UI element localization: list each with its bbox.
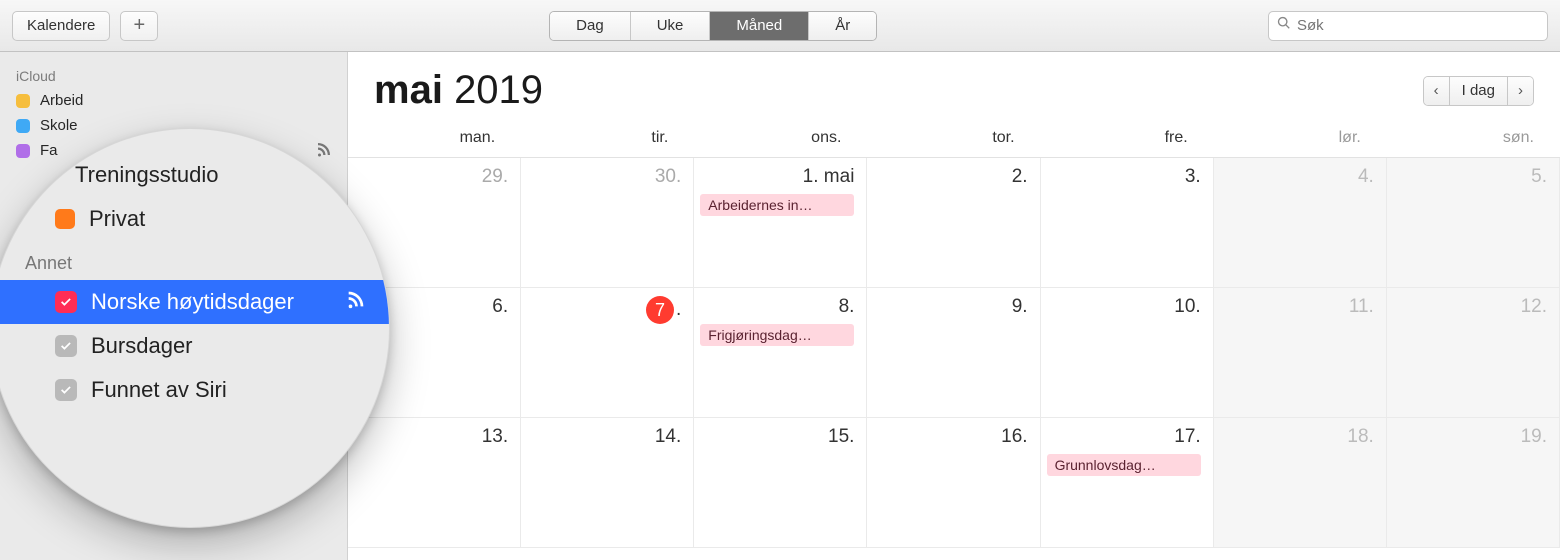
day-number: 19. [1393, 426, 1547, 448]
search-icon [1277, 16, 1297, 35]
day-cell[interactable]: 2. [867, 158, 1040, 288]
calendar-color-swatch [55, 209, 75, 229]
day-number: 9. [873, 296, 1027, 318]
day-number: 8. [700, 296, 854, 318]
sidebar-item-label: Norske høytidsdager [91, 289, 294, 315]
weekday-label: tir. [521, 123, 694, 157]
shared-icon [345, 161, 367, 189]
today-badge: 7 [646, 296, 674, 324]
checkbox-checked-icon[interactable] [55, 335, 77, 357]
shared-icon [345, 288, 367, 316]
search-field[interactable] [1268, 11, 1548, 41]
weekday-label: tor. [867, 123, 1040, 157]
day-cell[interactable]: 8. Frigjøringsdag… [694, 288, 867, 418]
day-cell[interactable]: 7. [521, 288, 694, 418]
sidebar-item-label: Privat [89, 206, 145, 232]
day-cell[interactable]: 4. [1214, 158, 1387, 288]
day-number: 15. [700, 426, 854, 448]
plus-icon: + [134, 14, 146, 37]
chevron-left-icon: ‹ [1434, 82, 1439, 99]
month-title: mai 2019 [374, 68, 543, 113]
day-number: 4. [1220, 166, 1374, 188]
sidebar-item-treningsstudio[interactable]: Treningsstudio [0, 153, 389, 197]
event-pill[interactable]: Arbeidernes in… [700, 194, 854, 216]
day-cell[interactable]: 16. [867, 418, 1040, 548]
event-pill[interactable]: Grunnlovsdag… [1047, 454, 1201, 476]
chevron-right-icon: › [1518, 82, 1523, 99]
month-navigation: ‹ I dag › [1423, 76, 1534, 106]
day-number: 10. [1047, 296, 1201, 318]
day-cell[interactable]: 30. [521, 158, 694, 288]
checkbox-checked-icon[interactable] [55, 291, 77, 313]
toolbar: Kalendere + Dag Uke Måned År [0, 0, 1560, 52]
view-day[interactable]: Dag [550, 12, 631, 40]
sidebar-item-norske-hoytidsdager[interactable]: Norske høytidsdager [0, 280, 389, 324]
sidebar-group-icloud: iCloud [0, 60, 347, 88]
sidebar-item-label: Skole [40, 117, 78, 134]
calendars-button[interactable]: Kalendere [12, 11, 110, 41]
sidebar-item-label: Treningsstudio [75, 162, 218, 188]
calendar-main: mai 2019 ‹ I dag › man.tir.ons.tor.fre.l… [348, 52, 1560, 560]
next-month-button[interactable]: › [1508, 77, 1533, 105]
weekday-label: ons. [694, 123, 867, 157]
calendar-color-swatch [16, 94, 30, 108]
day-number: 14. [527, 426, 681, 448]
day-number: 11. [1220, 296, 1374, 318]
calendar-color-swatch [16, 119, 30, 133]
sidebar-item-label: Arbeid [40, 92, 83, 109]
day-cell[interactable]: 3. [1041, 158, 1214, 288]
day-number: 3. [1047, 166, 1201, 188]
day-number: 5. [1393, 166, 1547, 188]
sidebar-item-arbeid[interactable]: Arbeid [0, 88, 347, 113]
day-cell[interactable]: 12. [1387, 288, 1560, 418]
weekday-label: man. [348, 123, 521, 157]
day-cell[interactable]: 5. [1387, 158, 1560, 288]
day-number: 17. [1047, 426, 1201, 448]
weekday-header: man.tir.ons.tor.fre.lør.søn. [348, 123, 1560, 158]
view-week[interactable]: Uke [631, 12, 711, 40]
day-cell[interactable]: 1. mai Arbeidernes in… [694, 158, 867, 288]
day-number: 12. [1393, 296, 1547, 318]
day-number: 1. mai [700, 166, 854, 188]
prev-month-button[interactable]: ‹ [1424, 77, 1450, 105]
day-cell[interactable]: 14. [521, 418, 694, 548]
event-pill[interactable]: Frigjøringsdag… [700, 324, 854, 346]
sidebar-item-funnet-av-siri[interactable]: Funnet av Siri [0, 368, 389, 412]
day-cell[interactable]: 15. [694, 418, 867, 548]
weekday-label: lør. [1214, 123, 1387, 157]
day-cell[interactable]: 17. Grunnlovsdag… [1041, 418, 1214, 548]
view-switcher: Dag Uke Måned År [549, 11, 877, 41]
day-number: 18. [1220, 426, 1374, 448]
day-cell[interactable]: 10. [1041, 288, 1214, 418]
day-number: 30. [527, 166, 681, 188]
day-cell[interactable]: 13. [348, 418, 521, 548]
sidebar-item-privat[interactable]: Privat [0, 197, 389, 241]
day-number: 2. [873, 166, 1027, 188]
sidebar-item-label: Bursdager [91, 333, 193, 359]
view-month[interactable]: Måned [710, 12, 809, 40]
search-input[interactable] [1297, 17, 1539, 34]
sidebar-item-label: Funnet av Siri [91, 377, 227, 403]
checkbox-checked-icon[interactable] [55, 379, 77, 401]
sidebar-group-annet: Annet [0, 241, 389, 280]
sidebar-zoom-overlay: Treningsstudio Privat Annet Norske høyti… [0, 128, 390, 528]
day-cell[interactable]: 19. [1387, 418, 1560, 548]
weekday-label: søn. [1387, 123, 1560, 157]
sidebar-item-bursdager[interactable]: Bursdager [0, 324, 389, 368]
weekday-label: fre. [1041, 123, 1214, 157]
day-number: 13. [354, 426, 508, 448]
day-number-suffix: . [676, 299, 681, 321]
day-cell[interactable]: 9. [867, 288, 1040, 418]
day-number: 16. [873, 426, 1027, 448]
view-year[interactable]: År [809, 12, 876, 40]
day-cell[interactable]: 11. [1214, 288, 1387, 418]
today-button[interactable]: I dag [1450, 77, 1508, 105]
day-cell[interactable]: 18. [1214, 418, 1387, 548]
add-button[interactable]: + [120, 11, 158, 41]
month-grid: 29.30.1. maiArbeidernes in…2.3.4.5.6.7.8… [348, 158, 1560, 548]
